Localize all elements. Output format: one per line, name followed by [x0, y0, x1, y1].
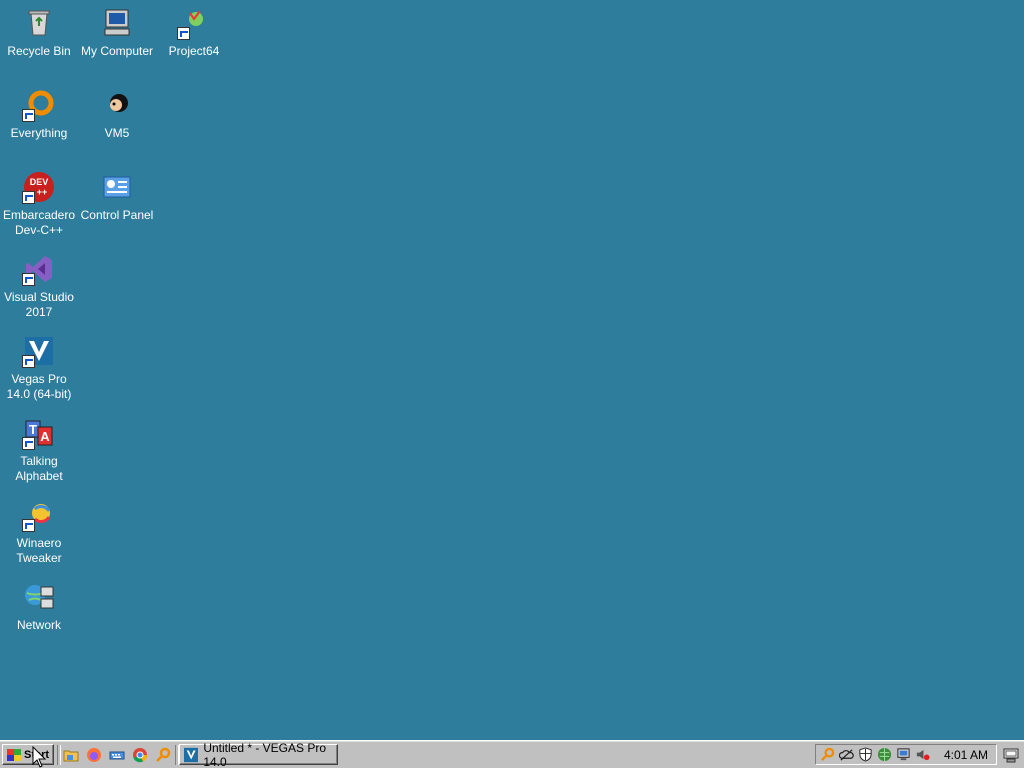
- onedrive-icon[interactable]: [838, 747, 854, 763]
- shortcut-arrow-icon: [22, 519, 35, 532]
- dev-cpp-icon: DEV ++: [22, 170, 56, 204]
- my-computer-icon: [100, 6, 134, 40]
- desktop-icon-project64[interactable]: Project64: [155, 6, 233, 59]
- shortcut-arrow-icon: [22, 437, 35, 450]
- desktop-icon-label: Project64: [168, 44, 220, 58]
- desktop-icon-label: Talking Alphabet: [15, 454, 63, 483]
- network-monitor-icon[interactable]: [895, 747, 911, 763]
- desktop-icon-label: Vegas Pro 14.0 (64-bit): [6, 372, 72, 401]
- keyboard-icon[interactable]: [108, 746, 126, 764]
- taskbar-window-vegas-pro[interactable]: Untitled * - VEGAS Pro 14.0: [179, 740, 338, 768]
- show-desktop-icon: [1003, 748, 1019, 763]
- desktop-icon-label: Network: [16, 618, 61, 632]
- mouse-cursor-icon: [32, 746, 46, 768]
- network-icon: [22, 580, 56, 614]
- windows-logo-icon: [7, 748, 21, 761]
- desktop-icon-visual-studio[interactable]: Visual Studio 2017: [0, 252, 78, 320]
- desktop-icon-vegas-pro[interactable]: Vegas Pro 14.0 (64-bit): [0, 334, 78, 402]
- shortcut-arrow-icon: [22, 273, 35, 286]
- desktop-icon-network[interactable]: Network: [0, 580, 78, 633]
- vegas-pro-icon: [22, 334, 56, 368]
- desktop-icon-vm5[interactable]: VM5: [78, 88, 156, 141]
- desktop-icon-winaero-tweaker[interactable]: Winaero Tweaker: [0, 498, 78, 566]
- desktop-icon-label: Recycle Bin: [7, 44, 71, 58]
- project64-icon: [177, 6, 211, 40]
- taskbar-separator: [57, 745, 61, 765]
- desktop-icon-label: My Computer: [80, 44, 154, 58]
- firefox-icon[interactable]: [85, 746, 103, 764]
- svg-text:DEV: DEV: [30, 177, 49, 187]
- start-button[interactable]: Start: [2, 744, 54, 765]
- svg-text:T: T: [29, 422, 37, 437]
- security-shield-icon[interactable]: [857, 747, 873, 763]
- svg-text:A: A: [40, 429, 50, 444]
- desktop-icon-control-panel[interactable]: Control Panel: [78, 170, 156, 223]
- taskbar: Start Untitled * - VEGAS Pro 14.0 4:01 A…: [0, 740, 1024, 768]
- talking-alphabet-icon: TA: [22, 416, 56, 450]
- chrome-icon[interactable]: [131, 746, 149, 764]
- everything-icon: [22, 88, 56, 122]
- shortcut-arrow-icon: [22, 355, 35, 368]
- show-desktop-button[interactable]: [1001, 745, 1021, 765]
- desktop-icon-dev-cpp[interactable]: DEV ++ Embarcadero Dev-C++: [0, 170, 78, 238]
- desktop-icon-label: Winaero Tweaker: [16, 536, 62, 565]
- vegas-pro-icon: [184, 747, 199, 762]
- shortcut-arrow-icon: [22, 191, 35, 204]
- desktop-icon-label: Control Panel: [80, 208, 154, 222]
- clock[interactable]: 4:01 AM: [944, 748, 988, 762]
- desktop-icon-my-computer[interactable]: My Computer: [78, 6, 156, 59]
- desktop-icon-label: Visual Studio 2017: [4, 290, 74, 319]
- desktop-icon-label: Everything: [10, 126, 68, 140]
- system-tray: 4:01 AM: [815, 744, 997, 765]
- desktop-icon-label: VM5: [104, 126, 130, 140]
- winaero-tweaker-icon: [22, 498, 56, 532]
- vm5-character-icon: [100, 88, 134, 122]
- desktop-icon-everything[interactable]: Everything: [0, 88, 78, 141]
- everything-search-icon[interactable]: [154, 746, 172, 764]
- shortcut-arrow-icon: [22, 109, 35, 122]
- desktop-icon-label: Embarcadero Dev-C++: [2, 208, 76, 237]
- globe-network-icon[interactable]: [876, 747, 892, 763]
- visual-studio-icon: [22, 252, 56, 286]
- desktop-icon-recycle-bin[interactable]: Recycle Bin: [0, 6, 78, 59]
- taskbar-window-title: Untitled * - VEGAS Pro 14.0: [203, 740, 327, 768]
- everything-search-icon[interactable]: [819, 747, 835, 763]
- folder-icon[interactable]: [62, 746, 80, 764]
- volume-muted-icon[interactable]: [914, 747, 930, 763]
- control-panel-icon: [100, 170, 134, 204]
- desktop-icon-talking-alphabet[interactable]: TA Talking Alphabet: [0, 416, 78, 484]
- shortcut-arrow-icon: [177, 27, 190, 40]
- svg-text:++: ++: [37, 187, 48, 197]
- recycle-bin-icon: [22, 6, 56, 40]
